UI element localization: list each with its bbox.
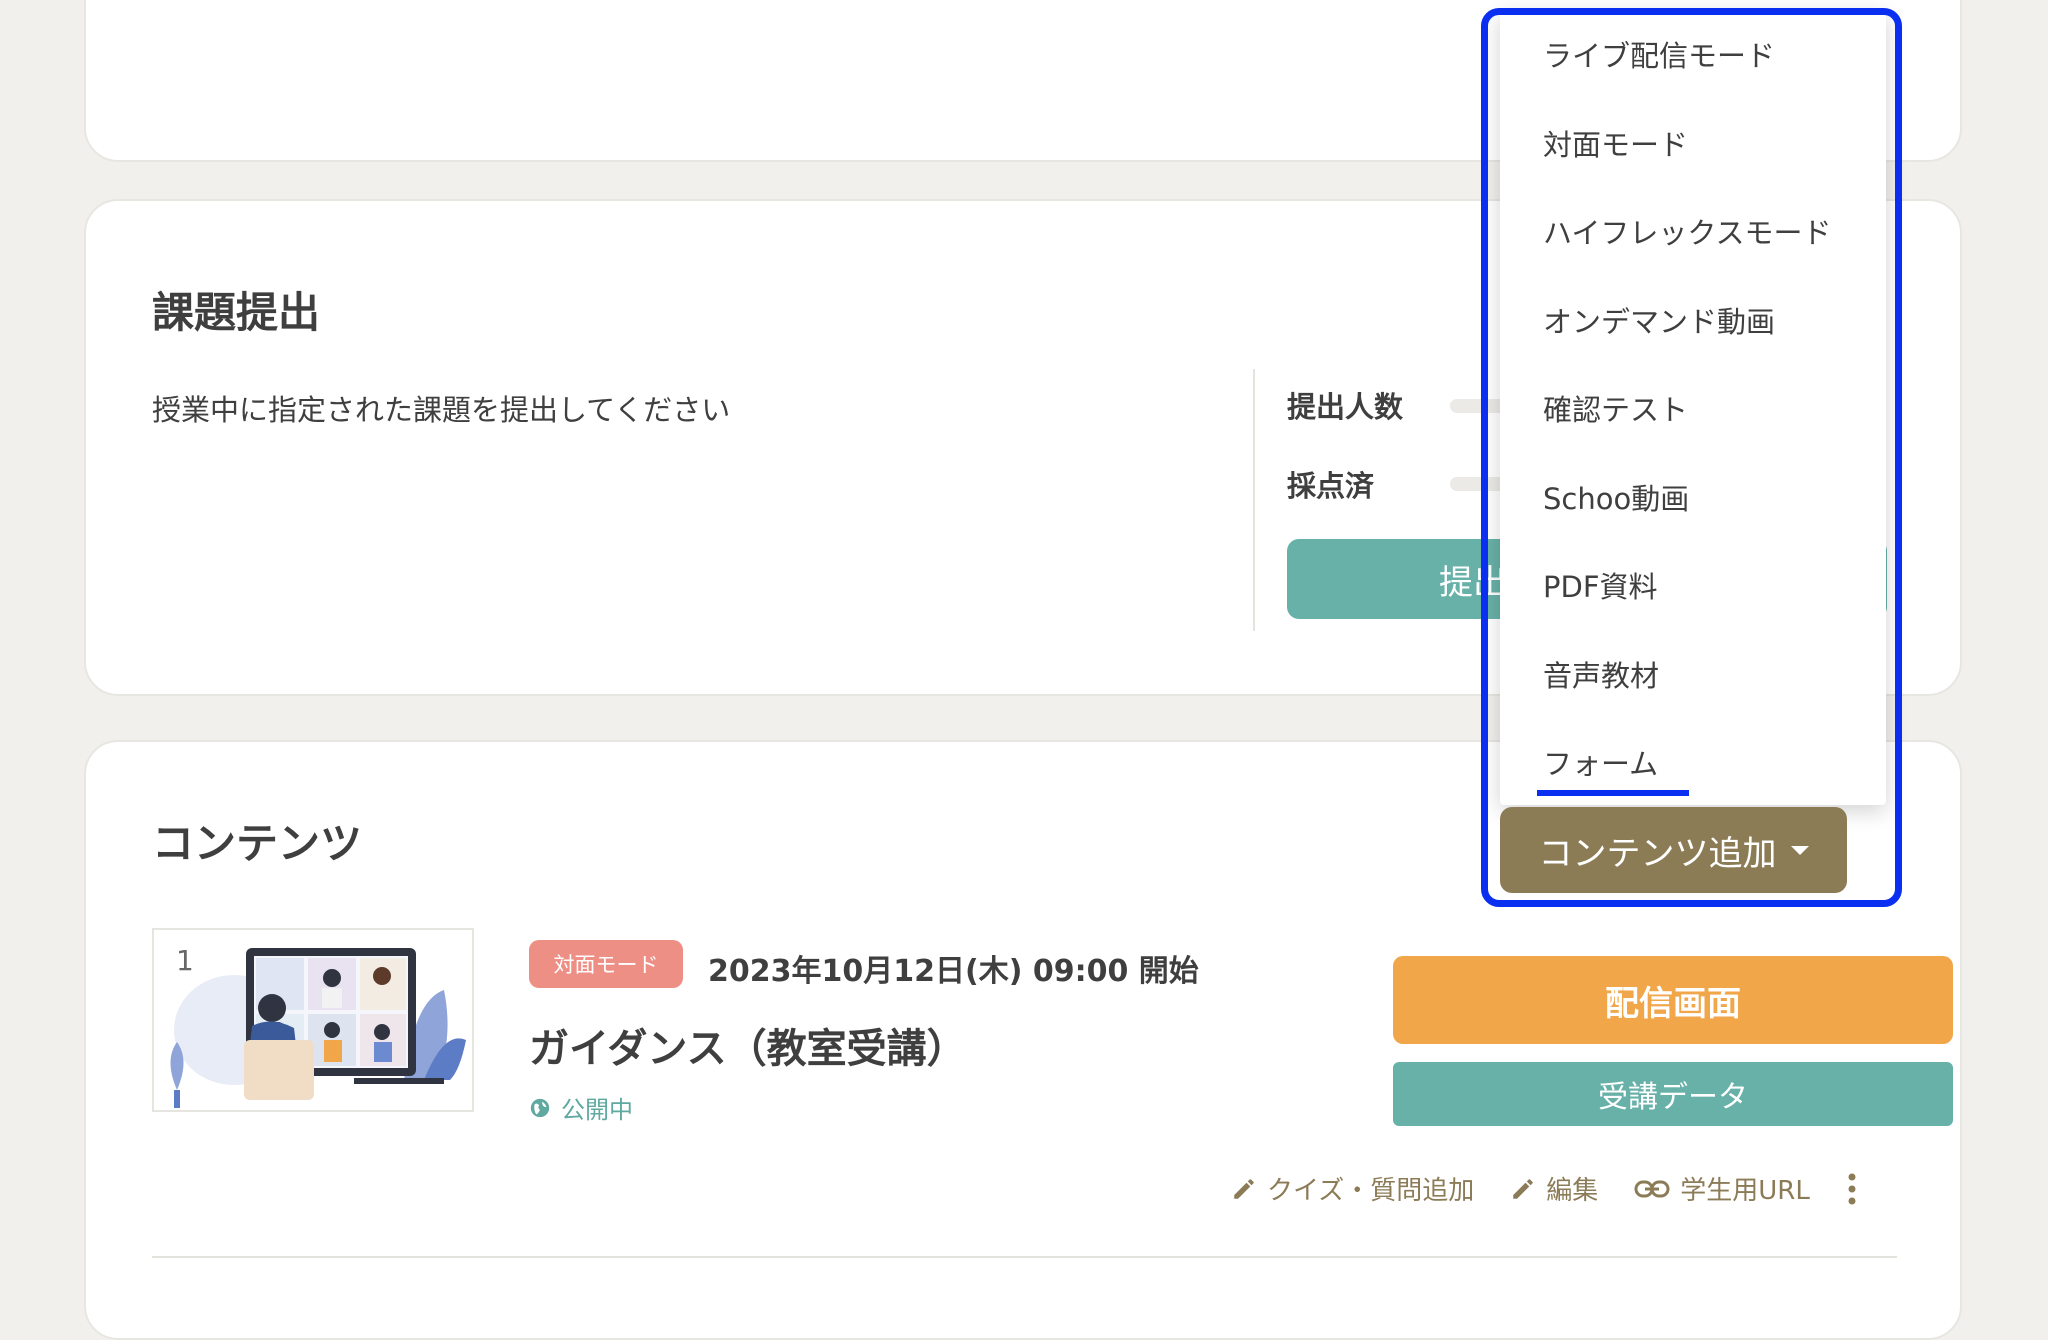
add-content-dropdown: ライブ配信モード 対面モード ハイフレックスモード オンデマンド動画 確認テスト… [1500, 10, 1886, 805]
add-content-button[interactable]: コンテンツ追加 [1500, 807, 1847, 893]
content-actions: クイズ・質問追加 編集 学生用URL [1231, 1170, 1858, 1207]
form-underline-highlight [1537, 790, 1689, 796]
stream-screen-button[interactable]: 配信画面 [1393, 956, 1953, 1044]
menu-item-test[interactable]: 確認テスト [1500, 364, 1886, 453]
assignment-divider [1253, 369, 1255, 631]
content-number: 1 [176, 944, 194, 977]
add-quiz-button[interactable]: クイズ・質問追加 [1231, 1170, 1474, 1207]
menu-item-form[interactable]: フォーム [1500, 718, 1886, 807]
menu-item-in-person[interactable]: 対面モード [1500, 99, 1886, 188]
contents-title: コンテンツ [152, 819, 363, 868]
caret-down-icon [1790, 845, 1809, 855]
link-icon [1634, 1180, 1670, 1197]
stat-graded-label: 採点済 [1287, 469, 1375, 503]
assignment-title: 課題提出 [152, 288, 321, 337]
student-url-label: 学生用URL [1680, 1176, 1810, 1206]
menu-item-schoo-video[interactable]: Schoo動画 [1500, 453, 1886, 542]
menu-item-on-demand[interactable]: オンデマンド動画 [1500, 276, 1886, 365]
add-content-label: コンテンツ追加 [1538, 834, 1777, 873]
menu-item-form-label: フォーム [1543, 747, 1659, 782]
menu-item-pdf[interactable]: PDF資料 [1500, 541, 1886, 630]
mode-badge: 対面モード [529, 940, 683, 988]
student-url-button[interactable]: 学生用URL [1634, 1170, 1810, 1207]
assignment-description: 授業中に指定された課題を提出してください [152, 393, 731, 427]
add-quiz-label: クイズ・質問追加 [1267, 1176, 1475, 1206]
attendance-data-button[interactable]: 受講データ [1393, 1062, 1953, 1126]
edit-button[interactable]: 編集 [1510, 1170, 1598, 1207]
content-title[interactable]: ガイダンス（教室受講） [529, 1016, 967, 1074]
stat-submitted-label: 提出人数 [1287, 390, 1404, 424]
globe-icon [530, 1098, 550, 1117]
pencil-icon [1513, 1178, 1533, 1199]
menu-item-hyflex[interactable]: ハイフレックスモード [1500, 187, 1886, 276]
kebab-icon[interactable] [1846, 1172, 1858, 1206]
pencil-icon [1234, 1178, 1254, 1199]
content-datetime: 2023年10月12日(木) 09:00 開始 [708, 954, 1199, 989]
publish-status-text: 公開中 [561, 1096, 633, 1124]
edit-label: 編集 [1546, 1176, 1599, 1206]
publish-status: 公開中 [529, 1090, 633, 1125]
classroom-illustration [170, 948, 466, 1108]
content-divider [152, 1256, 1897, 1258]
menu-item-audio[interactable]: 音声教材 [1500, 630, 1886, 719]
menu-item-live[interactable]: ライブ配信モード [1500, 10, 1886, 99]
content-thumbnail[interactable]: 1 [152, 928, 474, 1112]
